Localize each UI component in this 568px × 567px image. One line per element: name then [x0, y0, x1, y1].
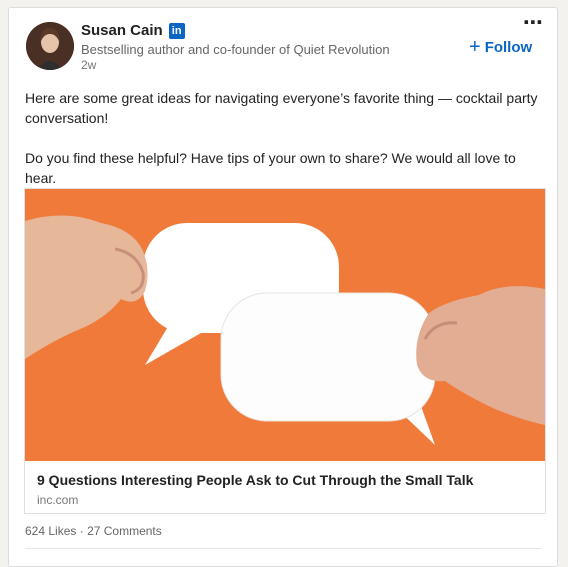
author-headline: Bestselling author and co-founder of Qui…	[81, 42, 390, 57]
social-divider	[25, 548, 541, 549]
article-source: inc.com	[37, 493, 79, 507]
plus-icon: +	[469, 36, 481, 58]
article-title[interactable]: 9 Questions Interesting People Ask to Cu…	[37, 472, 473, 488]
article-preview[interactable]: 9 Questions Interesting People Ask to Cu…	[24, 188, 546, 514]
social-separator: ·	[79, 524, 84, 538]
more-options-icon[interactable]: ⋯	[523, 13, 544, 33]
feed-post-card: Susan Cain in Bestselling author and co-…	[8, 7, 558, 567]
article-image	[25, 189, 545, 461]
likes-count[interactable]: 624 Likes	[25, 524, 76, 538]
post-paragraph-1: Here are some great ideas for navigating…	[25, 90, 538, 126]
author-avatar[interactable]	[26, 22, 74, 70]
follow-button[interactable]: + Follow	[469, 36, 533, 58]
author-name-row: Susan Cain in	[81, 22, 185, 39]
author-name[interactable]: Susan Cain	[81, 22, 163, 39]
follow-label: Follow	[484, 38, 533, 56]
social-counts: 624 Likes · 27 Comments	[25, 524, 162, 538]
linkedin-badge-icon: in	[168, 22, 185, 39]
post-body: Here are some great ideas for navigating…	[25, 88, 545, 188]
post-paragraph-2: Do you find these helpful? Have tips of …	[25, 150, 516, 186]
post-timestamp: 2w	[81, 58, 97, 72]
avatar-portrait-icon	[26, 22, 74, 70]
comments-count[interactable]: 27 Comments	[87, 524, 162, 538]
